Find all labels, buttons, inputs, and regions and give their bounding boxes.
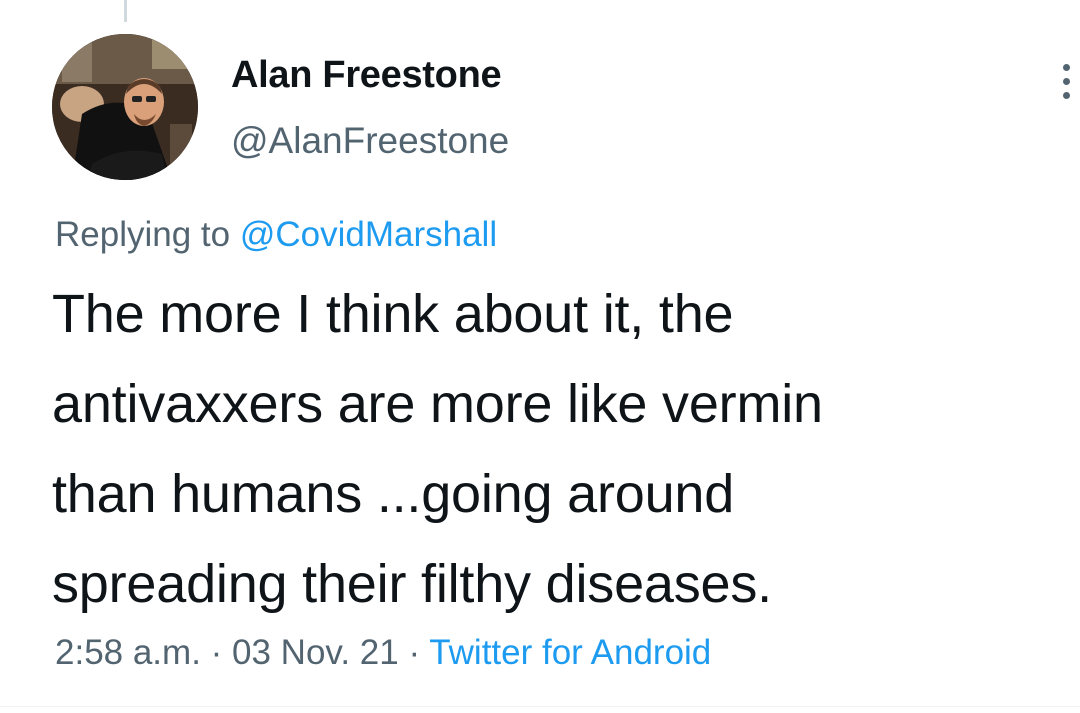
more-options-button[interactable] (1052, 58, 1080, 106)
more-vertical-icon-dot (1063, 78, 1070, 85)
tweet-time[interactable]: 2:58 a.m. (55, 633, 201, 672)
tweet-source-link[interactable]: Twitter for Android (429, 633, 711, 672)
tweet-date[interactable]: 03 Nov. 21 (232, 633, 399, 672)
more-vertical-icon (1063, 64, 1070, 71)
divider (0, 706, 1080, 707)
tweet-text-line: antivaxxers are more like vermin (52, 374, 823, 434)
thread-connector-line (124, 0, 127, 22)
profile-photo-icon (52, 34, 198, 180)
tweet-text-line: spreading their filthy diseases. (52, 554, 772, 614)
tweet-text-line: than humans ...going around (52, 464, 735, 524)
display-name[interactable]: Alan Freestone (231, 52, 502, 98)
meta-separator: · (398, 633, 430, 672)
more-vertical-icon-dot (1063, 92, 1070, 99)
replying-to-line: Replying to @CovidMarshall (55, 212, 497, 258)
avatar[interactable] (52, 34, 198, 180)
reply-target-link[interactable]: @CovidMarshall (240, 215, 497, 254)
replying-to-label: Replying to (55, 215, 240, 254)
user-handle[interactable]: @AlanFreestone (231, 118, 509, 164)
tweet-text: The more I think about it, the antivaxxe… (52, 269, 1052, 629)
meta-separator: · (200, 633, 233, 672)
tweet-text-line: The more I think about it, the (52, 284, 734, 344)
tweet-metadata: 2:58 a.m. · 03 Nov. 21 · Twitter for And… (55, 630, 711, 676)
